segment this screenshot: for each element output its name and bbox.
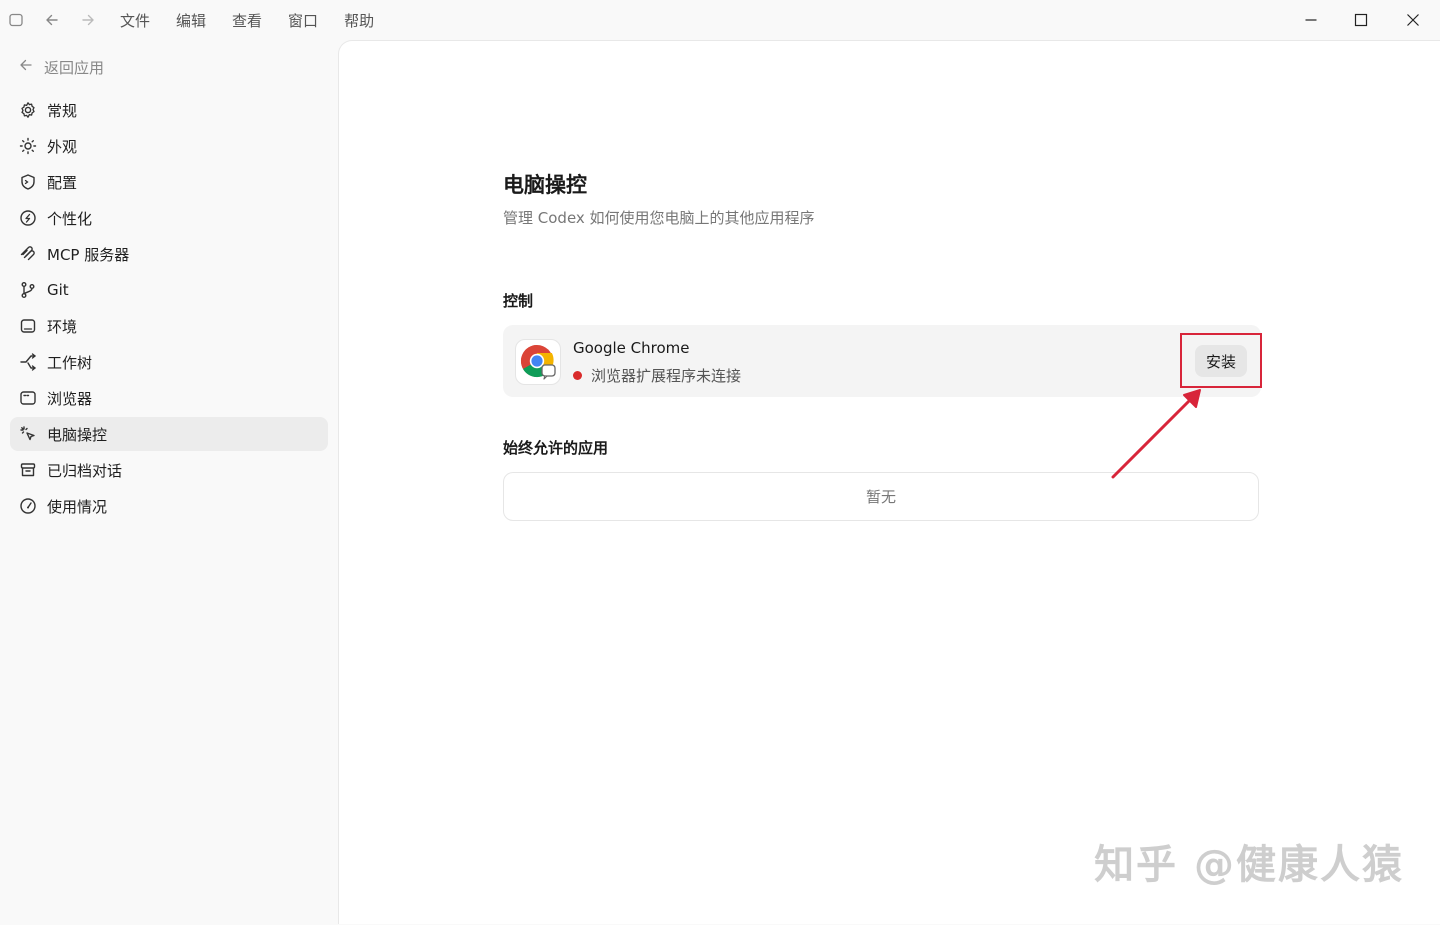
sidebar-item-environment[interactable]: 环境 <box>10 309 328 343</box>
sidebar-item-label: 外观 <box>47 137 78 156</box>
page-subtitle: 管理 Codex 如何使用您电脑上的其他应用程序 <box>503 209 815 227</box>
sidebar-item-worktree[interactable]: 工作树 <box>10 345 328 379</box>
personalize-icon <box>19 209 37 227</box>
sidebar-item-label: 已归档对话 <box>47 461 123 480</box>
gear-icon <box>19 101 37 119</box>
sidebar-item-appearance[interactable]: 外观 <box>10 129 328 163</box>
close-button[interactable] <box>1401 8 1425 32</box>
git-branch-icon <box>19 281 37 299</box>
page-title: 电脑操控 <box>503 173 587 197</box>
sidebar-item-mcp-servers[interactable]: MCP 服务器 <box>10 237 328 271</box>
sidebar-item-label: Git <box>47 281 69 299</box>
forward-arrow-icon[interactable] <box>78 10 98 30</box>
sidebar-item-git[interactable]: Git <box>10 273 328 307</box>
menu-edit[interactable]: 编辑 <box>176 10 206 31</box>
sidebar-item-label: 电脑操控 <box>47 425 108 444</box>
sidebar-toggle-icon[interactable] <box>6 10 26 30</box>
worktree-icon <box>19 353 37 371</box>
sidebar-item-label: 工作树 <box>47 353 93 372</box>
sidebar-item-label: 环境 <box>47 317 78 336</box>
chrome-app-icon <box>515 339 561 385</box>
sidebar-item-label: 个性化 <box>47 209 93 228</box>
back-arrow-icon[interactable] <box>42 10 62 30</box>
sun-icon <box>19 137 37 155</box>
install-button[interactable]: 安装 <box>1195 345 1247 377</box>
app-status: 浏览器扩展程序未连接 <box>573 365 741 386</box>
menu-window[interactable]: 窗口 <box>288 10 318 31</box>
back-arrow-icon <box>18 57 34 77</box>
sidebar-item-usage[interactable]: 使用情况 <box>10 489 328 523</box>
maximize-button[interactable] <box>1349 8 1373 32</box>
sidebar-item-computer-control[interactable]: 电脑操控 <box>10 417 328 451</box>
sidebar-item-personalization[interactable]: 个性化 <box>10 201 328 235</box>
sidebar-item-archived-chats[interactable]: 已归档对话 <box>10 453 328 487</box>
sidebar-item-browser[interactable]: 浏览器 <box>10 381 328 415</box>
config-shield-icon <box>19 173 37 191</box>
archive-icon <box>19 461 37 479</box>
empty-state-text: 暂无 <box>865 488 896 506</box>
cursor-click-icon <box>19 425 37 443</box>
back-to-app-link[interactable]: 返回应用 <box>18 56 104 78</box>
sidebar-item-label: 常规 <box>47 101 78 120</box>
control-section-label: 控制 <box>503 292 534 310</box>
status-dot-icon <box>573 371 582 380</box>
app-status-text: 浏览器扩展程序未连接 <box>591 367 742 385</box>
sidebar-item-config[interactable]: 配置 <box>10 165 328 199</box>
sidebar-item-label: 浏览器 <box>47 389 93 408</box>
minimize-button[interactable] <box>1299 8 1323 32</box>
chrome-control-card: Google Chrome 浏览器扩展程序未连接 安装 <box>503 325 1261 397</box>
allowed-apps-section-label: 始终允许的应用 <box>503 439 609 457</box>
mcp-icon <box>19 245 37 263</box>
app-name: Google Chrome <box>573 339 690 357</box>
settings-content-panel: 电脑操控 管理 Codex 如何使用您电脑上的其他应用程序 控制 Google … <box>338 40 1440 924</box>
title-bar: 文件 编辑 查看 窗口 帮助 <box>0 0 1440 40</box>
menu-file[interactable]: 文件 <box>120 10 150 31</box>
watermark: 知乎 @健康人猿 <box>1094 842 1404 888</box>
allowed-apps-empty-state: 暂无 <box>503 472 1259 521</box>
environment-icon <box>19 317 37 335</box>
sidebar-item-label: MCP 服务器 <box>47 245 130 264</box>
menu-view[interactable]: 查看 <box>232 10 262 31</box>
sidebar-item-general[interactable]: 常规 <box>10 93 328 127</box>
menu-help[interactable]: 帮助 <box>344 10 374 31</box>
menu-bar: 文件 编辑 查看 窗口 帮助 <box>120 0 400 40</box>
sidebar-item-label: 配置 <box>47 173 78 192</box>
settings-sidebar: 返回应用 常规 外观 配置 个性化 MCP 服务器 Git 环境 工作树 浏览器… <box>0 40 338 924</box>
gauge-icon <box>19 497 37 515</box>
browser-icon <box>19 389 37 407</box>
back-to-app-label: 返回应用 <box>44 58 105 77</box>
sidebar-item-label: 使用情况 <box>47 497 108 516</box>
